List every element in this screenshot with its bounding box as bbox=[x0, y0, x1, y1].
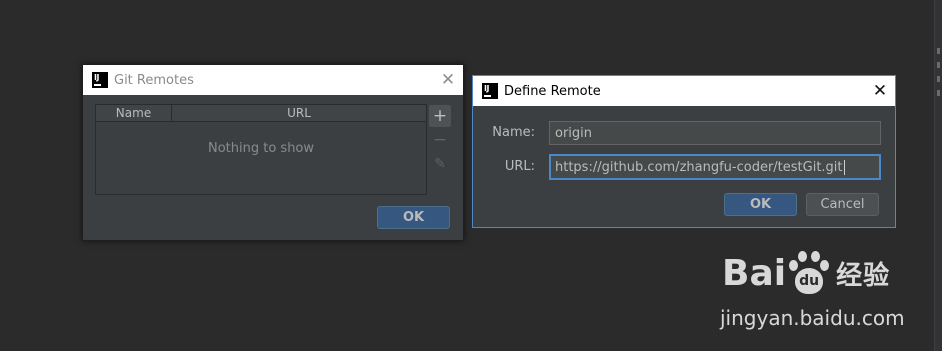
define-remote-title: Define Remote bbox=[504, 83, 601, 99]
paw-text: du bbox=[795, 268, 824, 294]
column-header-url[interactable]: URL bbox=[172, 105, 426, 121]
close-icon[interactable]: ✕ bbox=[433, 65, 463, 95]
git-remotes-dialog: IJ Git Remotes ✕ Name URL Nothing to sho… bbox=[82, 64, 464, 241]
url-label: URL: bbox=[504, 159, 535, 174]
remove-remote-button[interactable]: − bbox=[429, 129, 451, 151]
intellij-icon: IJ bbox=[482, 83, 498, 99]
watermark-logo: Bai du 经验 bbox=[722, 250, 890, 296]
name-label: Name: bbox=[492, 125, 535, 140]
empty-table-text: Nothing to show bbox=[207, 141, 315, 156]
gutter-mark bbox=[937, 48, 940, 54]
remote-url-field[interactable]: https://github.com/zhangfu-coder/testGit… bbox=[549, 154, 881, 180]
intellij-icon: IJ bbox=[92, 72, 108, 88]
table-toolbar: + − ✎ bbox=[429, 105, 451, 177]
ok-button[interactable]: OK bbox=[377, 206, 450, 229]
remote-name-field[interactable]: origin bbox=[549, 121, 881, 145]
watermark-cn-text: 经验 bbox=[836, 260, 891, 291]
gutter-mark bbox=[937, 76, 940, 82]
remotes-table[interactable]: Name URL Nothing to show bbox=[95, 104, 427, 195]
git-remotes-titlebar[interactable]: IJ Git Remotes ✕ bbox=[83, 65, 463, 95]
table-header: Name URL bbox=[96, 105, 426, 122]
text-caret bbox=[843, 159, 845, 175]
git-remotes-title: Git Remotes bbox=[114, 72, 194, 88]
gutter-mark bbox=[937, 90, 940, 96]
watermark-url: jingyan.baidu.com bbox=[720, 306, 905, 330]
define-remote-titlebar[interactable]: IJ Define Remote ✕ bbox=[473, 76, 895, 106]
paw-icon: du bbox=[787, 250, 831, 296]
remote-url-value: https://github.com/zhangfu-coder/testGit… bbox=[555, 159, 843, 175]
watermark: Bai du 经验 jingyan.baidu.com bbox=[718, 250, 905, 340]
ok-button[interactable]: OK bbox=[724, 193, 797, 216]
remote-name-value: origin bbox=[555, 125, 593, 141]
add-remote-button[interactable]: + bbox=[429, 105, 451, 127]
cancel-button[interactable]: Cancel bbox=[806, 193, 879, 216]
column-header-name[interactable]: Name bbox=[96, 105, 172, 121]
edit-remote-button[interactable]: ✎ bbox=[429, 153, 451, 175]
watermark-logo-text: Bai bbox=[722, 252, 787, 294]
gutter-mark bbox=[937, 62, 940, 68]
define-remote-dialog: IJ Define Remote ✕ Name: origin URL: htt… bbox=[472, 75, 896, 228]
editor-right-gutter bbox=[934, 0, 942, 351]
close-icon[interactable]: ✕ bbox=[865, 76, 895, 106]
